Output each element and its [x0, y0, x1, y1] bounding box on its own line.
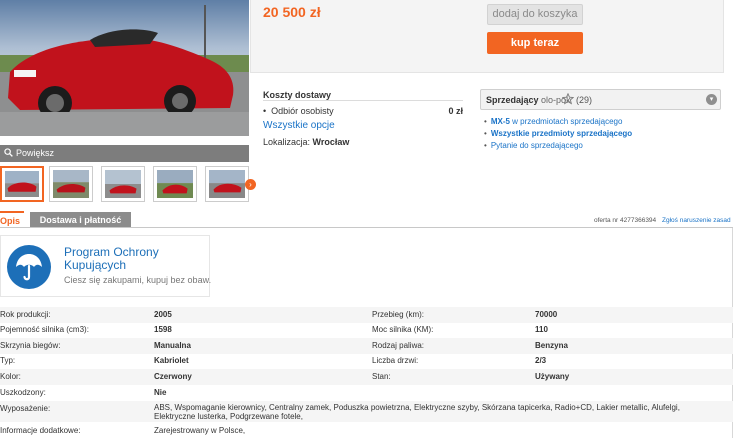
offer-number: oferta nr 4277366394 — [594, 217, 657, 224]
shipping-option-row: • Odbiór osobisty 0 zł — [263, 106, 463, 116]
spec-row: Wyposażenie: ABS, Wspomaganie kierownicy… — [0, 401, 733, 422]
divider — [263, 100, 463, 101]
divider — [723, 0, 724, 73]
shipping-title: Koszty dostawy — [263, 90, 332, 100]
zoom-label: Powiększ — [16, 148, 55, 158]
shipping-option-price: 0 zł — [448, 106, 463, 116]
thumbnail-5[interactable] — [205, 166, 249, 202]
chevron-down-icon[interactable]: ▾ — [706, 94, 717, 105]
car-photo — [0, 0, 249, 136]
seller-link-all-items[interactable]: • Wszystkie przedmioty sprzedającego — [484, 129, 632, 138]
spec-row: Kolor: Czerwony Stan: Używany — [0, 369, 733, 385]
spec-row: Typ: Kabriolet Liczba drzwi: 2/3 — [0, 353, 733, 369]
spec-value: Benzyna — [535, 341, 568, 350]
spec-value: Czerwony — [154, 372, 192, 381]
thumbnail-1[interactable] — [0, 166, 44, 202]
seller-label: Sprzedający olo-pok — [486, 95, 571, 105]
seller-box[interactable]: Sprzedający olo-pok (29) ▾ — [480, 89, 721, 110]
price: 20 500 zł — [263, 4, 321, 20]
spec-label: Liczba drzwi: — [372, 356, 419, 365]
spec-label: Przebieg (km): — [372, 310, 425, 319]
location: Lokalizacja: Wrocław — [263, 137, 349, 147]
location-value: Wrocław — [312, 137, 350, 147]
thumbnail-3[interactable] — [101, 166, 145, 202]
report-violation-link[interactable]: Zgłoś naruszenie zasad — [662, 217, 731, 224]
umbrella-icon — [7, 245, 51, 289]
spec-row: Informacje dodatkowe: Zarejestrowany w P… — [0, 423, 733, 438]
spec-row: Skrzynia biegów: Manualna Rodzaj paliwa:… — [0, 338, 733, 354]
thumbnail-4[interactable] — [153, 166, 197, 202]
seller-link-all-items-text[interactable]: Wszystkie przedmioty sprzedającego — [491, 129, 632, 138]
spec-value: Nie — [154, 388, 167, 397]
spec-label: Moc silnika (KM): — [372, 325, 434, 334]
seller-rating-count[interactable]: (29) — [576, 95, 592, 105]
spec-value: 2005 — [154, 310, 172, 319]
spec-label: Rok produkcji: — [0, 310, 51, 319]
thumbnail-2[interactable] — [49, 166, 93, 202]
seller-link-model-text[interactable]: w przedmiotach sprzedającego — [510, 117, 622, 126]
tab-description[interactable]: Opis — [0, 211, 24, 228]
spec-value: 1598 — [154, 325, 172, 334]
buyer-protection-subtitle: Ciesz się zakupami, kupuj bez obaw. — [64, 275, 212, 285]
main-photo[interactable] — [0, 0, 249, 136]
shipping-option-label: Odbiór osobisty — [271, 106, 334, 116]
spec-value: 70000 — [535, 310, 558, 319]
spec-label: Typ: — [0, 356, 16, 365]
spec-row: Pojemność silnika (cm3): 1598 Moc silnik… — [0, 322, 733, 338]
spec-value: Używany — [535, 372, 570, 381]
magnifier-icon — [4, 148, 13, 157]
spec-value: Kabriolet — [154, 356, 189, 365]
spec-label: Informacje dodatkowe: — [0, 426, 81, 435]
spec-row: Uszkodzony: Nie — [0, 385, 733, 401]
buy-now-button[interactable]: kup teraz — [487, 32, 583, 54]
zoom-button[interactable]: Powiększ — [0, 145, 249, 162]
seller-link-model[interactable]: • MX-5 w przedmiotach sprzedającego — [484, 117, 622, 126]
spec-label: Stan: — [372, 372, 391, 381]
chevron-right-icon[interactable]: › — [245, 179, 256, 190]
seller-link-model-prefix[interactable]: MX-5 — [491, 117, 510, 126]
spec-value: 2/3 — [535, 356, 547, 365]
seller-link-question[interactable]: • Pytanie do sprzedającego — [484, 141, 583, 150]
spec-value: ABS, Wspomaganie kierownicy, Centralny z… — [154, 403, 680, 421]
spec-label: Pojemność silnika (cm3): — [0, 325, 89, 334]
bullet: • — [263, 106, 267, 116]
spec-row: Rok produkcji: 2005 Przebieg (km): 70000 — [0, 307, 733, 323]
spec-label: Kolor: — [0, 372, 21, 381]
seller-heading: Sprzedający — [486, 95, 539, 105]
tab-shipping-payment[interactable]: Dostawa i płatność — [30, 212, 131, 228]
spec-value: Manualna — [154, 341, 191, 350]
add-to-cart-button[interactable]: dodaj do koszyka — [487, 4, 583, 25]
spec-label: Uszkodzony: — [0, 388, 46, 397]
spec-label: Rodzaj paliwa: — [372, 341, 425, 350]
seller-link-question-text[interactable]: Pytanie do sprzedającego — [491, 141, 583, 150]
spec-label: Wyposażenie: — [0, 404, 51, 413]
buyer-protection-title[interactable]: Program Ochrony Kupujących — [64, 246, 204, 272]
spec-value: 110 — [535, 325, 548, 334]
spec-value: Zarejestrowany w Polsce, — [154, 426, 246, 435]
location-label: Lokalizacja: — [263, 137, 311, 147]
all-shipping-options-link[interactable]: Wszystkie opcje — [263, 120, 335, 131]
spec-label: Skrzynia biegów: — [0, 341, 61, 350]
star-icon — [562, 93, 574, 105]
